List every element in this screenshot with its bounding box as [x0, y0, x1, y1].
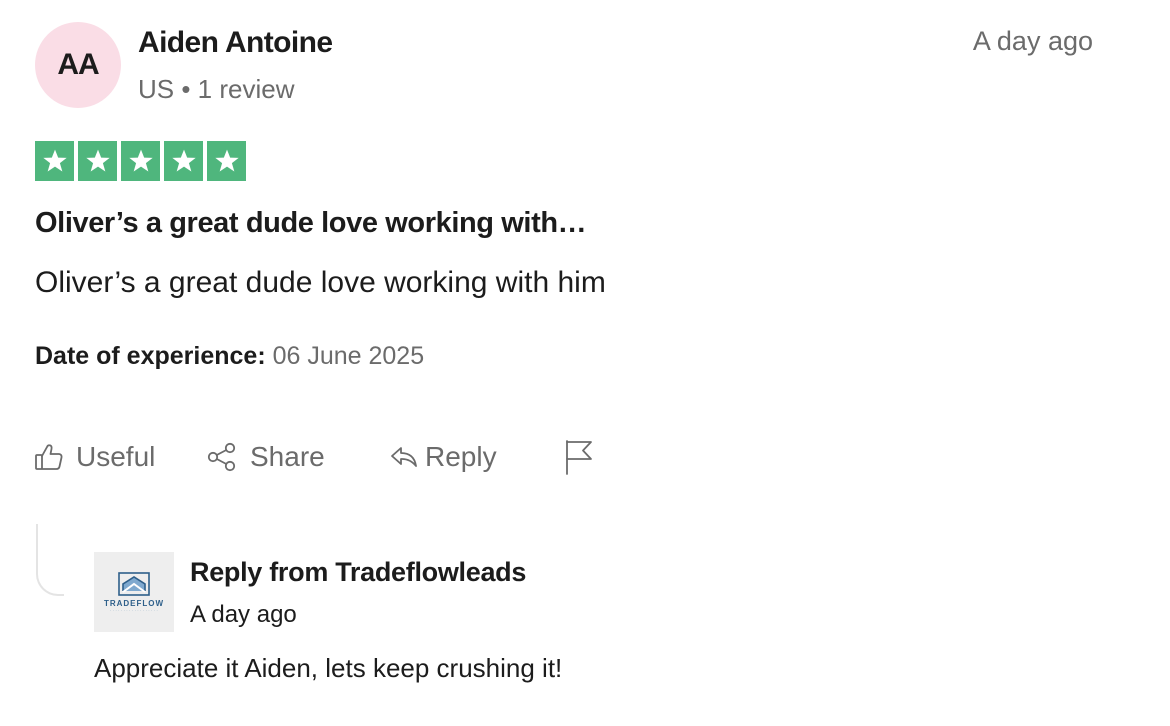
star-icon	[207, 141, 246, 181]
star-icon	[121, 141, 160, 181]
date-of-experience: Date of experience: 06 June 2025	[35, 342, 424, 371]
reviewer-name[interactable]: Aiden Antoine	[138, 26, 333, 60]
share-label: Share	[250, 441, 325, 472]
house-logo-icon	[118, 572, 150, 596]
experience-label: Date of experience:	[35, 342, 266, 370]
logo-tagline: · · · · · · · · · · · · · · · · · ·	[109, 609, 158, 613]
experience-date: 06 June 2025	[272, 342, 425, 370]
star-icon	[164, 141, 203, 181]
useful-button[interactable]: Useful	[34, 436, 155, 478]
reply-heading: Reply from Tradeflowleads	[190, 557, 527, 587]
company-logo: TRADEFLOW · · · · · · · · · · · · · · · …	[94, 552, 174, 632]
report-button[interactable]	[564, 436, 594, 478]
thumbs-up-icon	[35, 444, 63, 470]
star-rating	[35, 141, 246, 181]
reply-date: A day ago	[190, 601, 297, 628]
flag-icon	[566, 440, 592, 475]
star-icon	[35, 141, 74, 181]
review-date: A day ago	[972, 26, 1093, 56]
reply-connector	[36, 524, 64, 596]
useful-label: Useful	[76, 441, 156, 472]
avatar[interactable]: AA	[35, 22, 121, 108]
star-icon	[78, 141, 117, 181]
review-body: Oliver’s a great dude love working with …	[35, 266, 606, 299]
share-button[interactable]: Share	[206, 436, 325, 478]
logo-wordmark: TRADEFLOW	[103, 599, 165, 608]
review-title[interactable]: Oliver’s a great dude love working with…	[35, 207, 587, 240]
reply-body: Appreciate it Aiden, lets keep crushing …	[94, 653, 563, 683]
reply-label: Reply	[425, 441, 497, 472]
reply-arrow-icon	[391, 447, 417, 467]
share-icon	[207, 442, 236, 472]
reply-button[interactable]: Reply	[389, 436, 497, 478]
reviewer-meta: US • 1 review	[138, 74, 295, 104]
